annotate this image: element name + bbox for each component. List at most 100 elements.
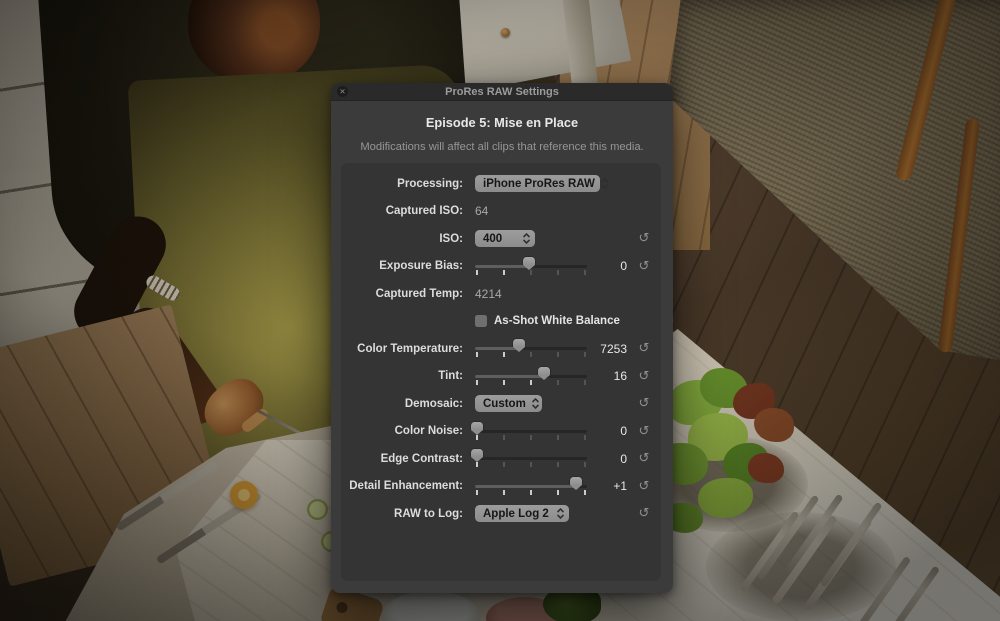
raw-to-log-control: Apple Log 2	[475, 504, 587, 523]
iso-reset-button[interactable]: ↺	[639, 232, 650, 245]
slider-tick	[530, 352, 532, 357]
color-temperature-slider-thumb[interactable]	[513, 339, 525, 353]
iso-reset-area: ↺	[627, 232, 661, 245]
captured-temp-control: 4214	[475, 284, 587, 303]
settings-rows: Processing: iPhone ProRes RAW Captured ISO…	[348, 174, 661, 523]
captured-temp-label: Captured Temp:	[348, 288, 475, 300]
demosaic-popup[interactable]: Custom	[475, 395, 542, 412]
tint-slider-thumb[interactable]	[538, 367, 550, 381]
popup-updown-chevron-icon	[522, 232, 531, 245]
detail-enhancement-slider[interactable]	[475, 477, 587, 496]
exposure-bias-slider[interactable]	[475, 257, 587, 276]
color-noise-reset-area: ↺	[627, 425, 661, 438]
slider-tick	[503, 462, 505, 467]
demosaic-label: Demosaic:	[348, 398, 475, 410]
edge-contrast-slider-thumb[interactable]	[471, 449, 483, 463]
raw-to-log-reset-area: ↺	[627, 507, 661, 520]
iso-label: ISO:	[348, 233, 475, 245]
processing-popup-value: iPhone ProRes RAW	[483, 178, 595, 190]
episode-title: Episode 5: Mise en Place	[331, 115, 673, 130]
edge-contrast-value-readout: 0	[587, 452, 627, 466]
slider-tick	[503, 435, 505, 440]
popup-updown-chevron-icon	[556, 507, 565, 520]
exposure-bias-reset-button[interactable]: ↺	[639, 260, 650, 273]
edge-contrast-reset-button[interactable]: ↺	[639, 452, 650, 465]
tint-label: Tint:	[348, 370, 475, 382]
tint-value-readout: 16	[587, 369, 627, 383]
exposure-bias-label: Exposure Bias:	[348, 260, 475, 272]
detail-enhancement-reset-button[interactable]: ↺	[639, 480, 650, 493]
detail-enhancement-slider-thumb[interactable]	[570, 477, 582, 491]
tint-control	[475, 367, 587, 386]
processing-popup[interactable]: iPhone ProRes RAW	[475, 175, 600, 192]
settings-row-as-shot-white-balance: As-Shot White Balance↺	[348, 312, 661, 331]
settings-row-detail-enhancement: Detail Enhancement:+1↺	[348, 477, 661, 496]
processing-control: iPhone ProRes RAW	[475, 174, 600, 193]
exposure-bias-value-readout: 0	[587, 259, 627, 273]
slider-tick	[530, 490, 532, 495]
demosaic-popup-value: Custom	[483, 398, 526, 410]
slider-tick	[584, 380, 586, 385]
slider-tick	[584, 490, 586, 495]
demosaic-reset-button[interactable]: ↺	[639, 397, 650, 410]
raw-to-log-popup[interactable]: Apple Log 2	[475, 505, 569, 522]
slider-tick	[557, 270, 559, 275]
window-title: ProRes RAW Settings	[445, 86, 559, 98]
slider-tick	[584, 435, 586, 440]
iso-control: 400	[475, 229, 587, 248]
settings-row-captured-temp: Captured Temp:4214	[348, 284, 661, 303]
detail-enhancement-reset-area: ↺	[627, 480, 661, 493]
slider-tick	[584, 270, 586, 275]
color-temperature-slider[interactable]	[475, 339, 587, 358]
iso-popup[interactable]: 400	[475, 230, 535, 247]
as-shot-white-balance-checkbox[interactable]	[475, 315, 487, 327]
as-shot-white-balance-reset-button[interactable]: ↺	[671, 315, 673, 328]
slider-tick	[530, 435, 532, 440]
captured-iso-label: Captured ISO:	[348, 205, 475, 217]
detail-enhancement-control	[475, 477, 587, 496]
processing-label: Processing:	[348, 178, 475, 190]
slider-tick	[476, 270, 478, 275]
slider-tick	[476, 380, 478, 385]
slider-tick	[503, 270, 505, 275]
settings-row-edge-contrast: Edge Contrast:0↺	[348, 449, 661, 468]
color-noise-reset-button[interactable]: ↺	[639, 425, 650, 438]
raw-to-log-reset-button[interactable]: ↺	[639, 507, 650, 520]
slider-tick	[584, 462, 586, 467]
slider-tick	[530, 380, 532, 385]
detail-enhancement-label: Detail Enhancement:	[348, 480, 475, 492]
slider-tick	[557, 490, 559, 495]
settings-row-color-noise: Color Noise: 0 ↺	[348, 422, 661, 441]
color-temperature-label: Color Temperature:	[348, 343, 475, 355]
iso-popup-value: 400	[483, 233, 502, 245]
color-noise-value-readout: 0	[587, 424, 627, 438]
dialog-titlebar[interactable]: ✕ ProRes RAW Settings	[331, 83, 673, 101]
as-shot-white-balance-reset-area: ↺	[660, 315, 673, 328]
color-noise-label: Color Noise:	[348, 425, 475, 437]
color-temperature-value-readout: 7253	[587, 342, 627, 356]
modification-notice: Modifications will affect all clips that…	[331, 141, 673, 153]
tint-reset-button[interactable]: ↺	[639, 370, 650, 383]
slider-tick	[584, 352, 586, 357]
prores-raw-settings-dialog: ✕ ProRes RAW Settings Episode 5: Mise en…	[331, 83, 673, 593]
slider-tick	[476, 490, 478, 495]
demosaic-control: Custom	[475, 394, 587, 413]
edge-contrast-control	[475, 449, 587, 468]
as-shot-white-balance-control: As-Shot White Balance	[475, 312, 620, 331]
exposure-bias-slider-thumb[interactable]	[523, 257, 535, 271]
tint-slider[interactable]	[475, 367, 587, 386]
settings-row-tint: Tint: 16 ↺	[348, 367, 661, 386]
slider-tick	[476, 352, 478, 357]
edge-contrast-slider[interactable]	[475, 449, 587, 468]
color-temperature-control	[475, 339, 587, 358]
slider-tick	[503, 490, 505, 495]
close-icon[interactable]: ✕	[337, 86, 348, 97]
color-noise-slider-thumb[interactable]	[471, 422, 483, 436]
color-temperature-reset-button[interactable]: ↺	[639, 342, 650, 355]
settings-row-raw-to-log: RAW to Log:Apple Log 2↺	[348, 504, 661, 523]
color-noise-slider[interactable]	[475, 422, 587, 441]
settings-row-captured-iso: Captured ISO:64	[348, 202, 661, 221]
settings-row-iso: ISO: 400 ↺	[348, 229, 661, 248]
settings-row-exposure-bias: Exposure Bias: 0 ↺	[348, 257, 661, 276]
slider-tick	[530, 462, 532, 467]
